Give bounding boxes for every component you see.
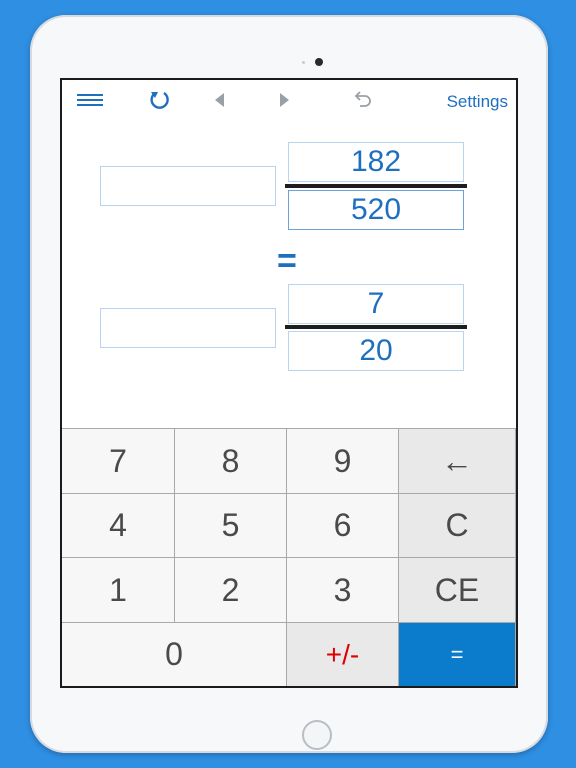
home-button[interactable] bbox=[302, 720, 332, 750]
input-denominator-field[interactable]: 520 bbox=[288, 190, 464, 230]
key-8[interactable]: 8 bbox=[175, 428, 287, 493]
key-1[interactable]: 1 bbox=[62, 557, 175, 622]
input-fraction-bar bbox=[285, 184, 467, 188]
app-screen: Settings 182 520 = 7 20 7 8 9 ← 4 5 6 C … bbox=[60, 78, 518, 688]
toolbar: Settings bbox=[62, 80, 516, 120]
equals-key[interactable]: = bbox=[399, 622, 516, 686]
undo-icon[interactable] bbox=[349, 86, 377, 114]
triangle-left-icon[interactable] bbox=[206, 86, 234, 114]
key-6[interactable]: 6 bbox=[287, 493, 399, 557]
clear-entry-key[interactable]: CE bbox=[399, 557, 516, 622]
clear-key[interactable]: C bbox=[399, 493, 516, 557]
equals-sign: = bbox=[277, 242, 297, 280]
input-whole-field[interactable] bbox=[100, 166, 276, 206]
front-camera bbox=[315, 58, 323, 66]
result-numerator-field: 7 bbox=[288, 284, 464, 324]
key-4[interactable]: 4 bbox=[62, 493, 175, 557]
keypad: 7 8 9 ← 4 5 6 C 1 2 3 CE 0 +/- = bbox=[62, 428, 516, 686]
triangle-right-icon[interactable] bbox=[270, 86, 298, 114]
proximity-sensor bbox=[302, 61, 305, 64]
input-numerator-field[interactable]: 182 bbox=[288, 142, 464, 182]
result-fraction-bar bbox=[285, 325, 467, 329]
key-7[interactable]: 7 bbox=[62, 428, 175, 493]
hamburger-menu-icon[interactable] bbox=[76, 86, 104, 114]
key-0[interactable]: 0 bbox=[62, 622, 287, 686]
key-9[interactable]: 9 bbox=[287, 428, 399, 493]
key-2[interactable]: 2 bbox=[175, 557, 287, 622]
key-5[interactable]: 5 bbox=[175, 493, 287, 557]
refresh-icon[interactable] bbox=[146, 86, 174, 114]
key-3[interactable]: 3 bbox=[287, 557, 399, 622]
settings-link[interactable]: Settings bbox=[447, 92, 508, 112]
result-denominator-field: 20 bbox=[288, 331, 464, 371]
result-whole-field bbox=[100, 308, 276, 348]
plus-minus-key[interactable]: +/- bbox=[287, 622, 399, 686]
backspace-key[interactable]: ← bbox=[399, 428, 516, 493]
